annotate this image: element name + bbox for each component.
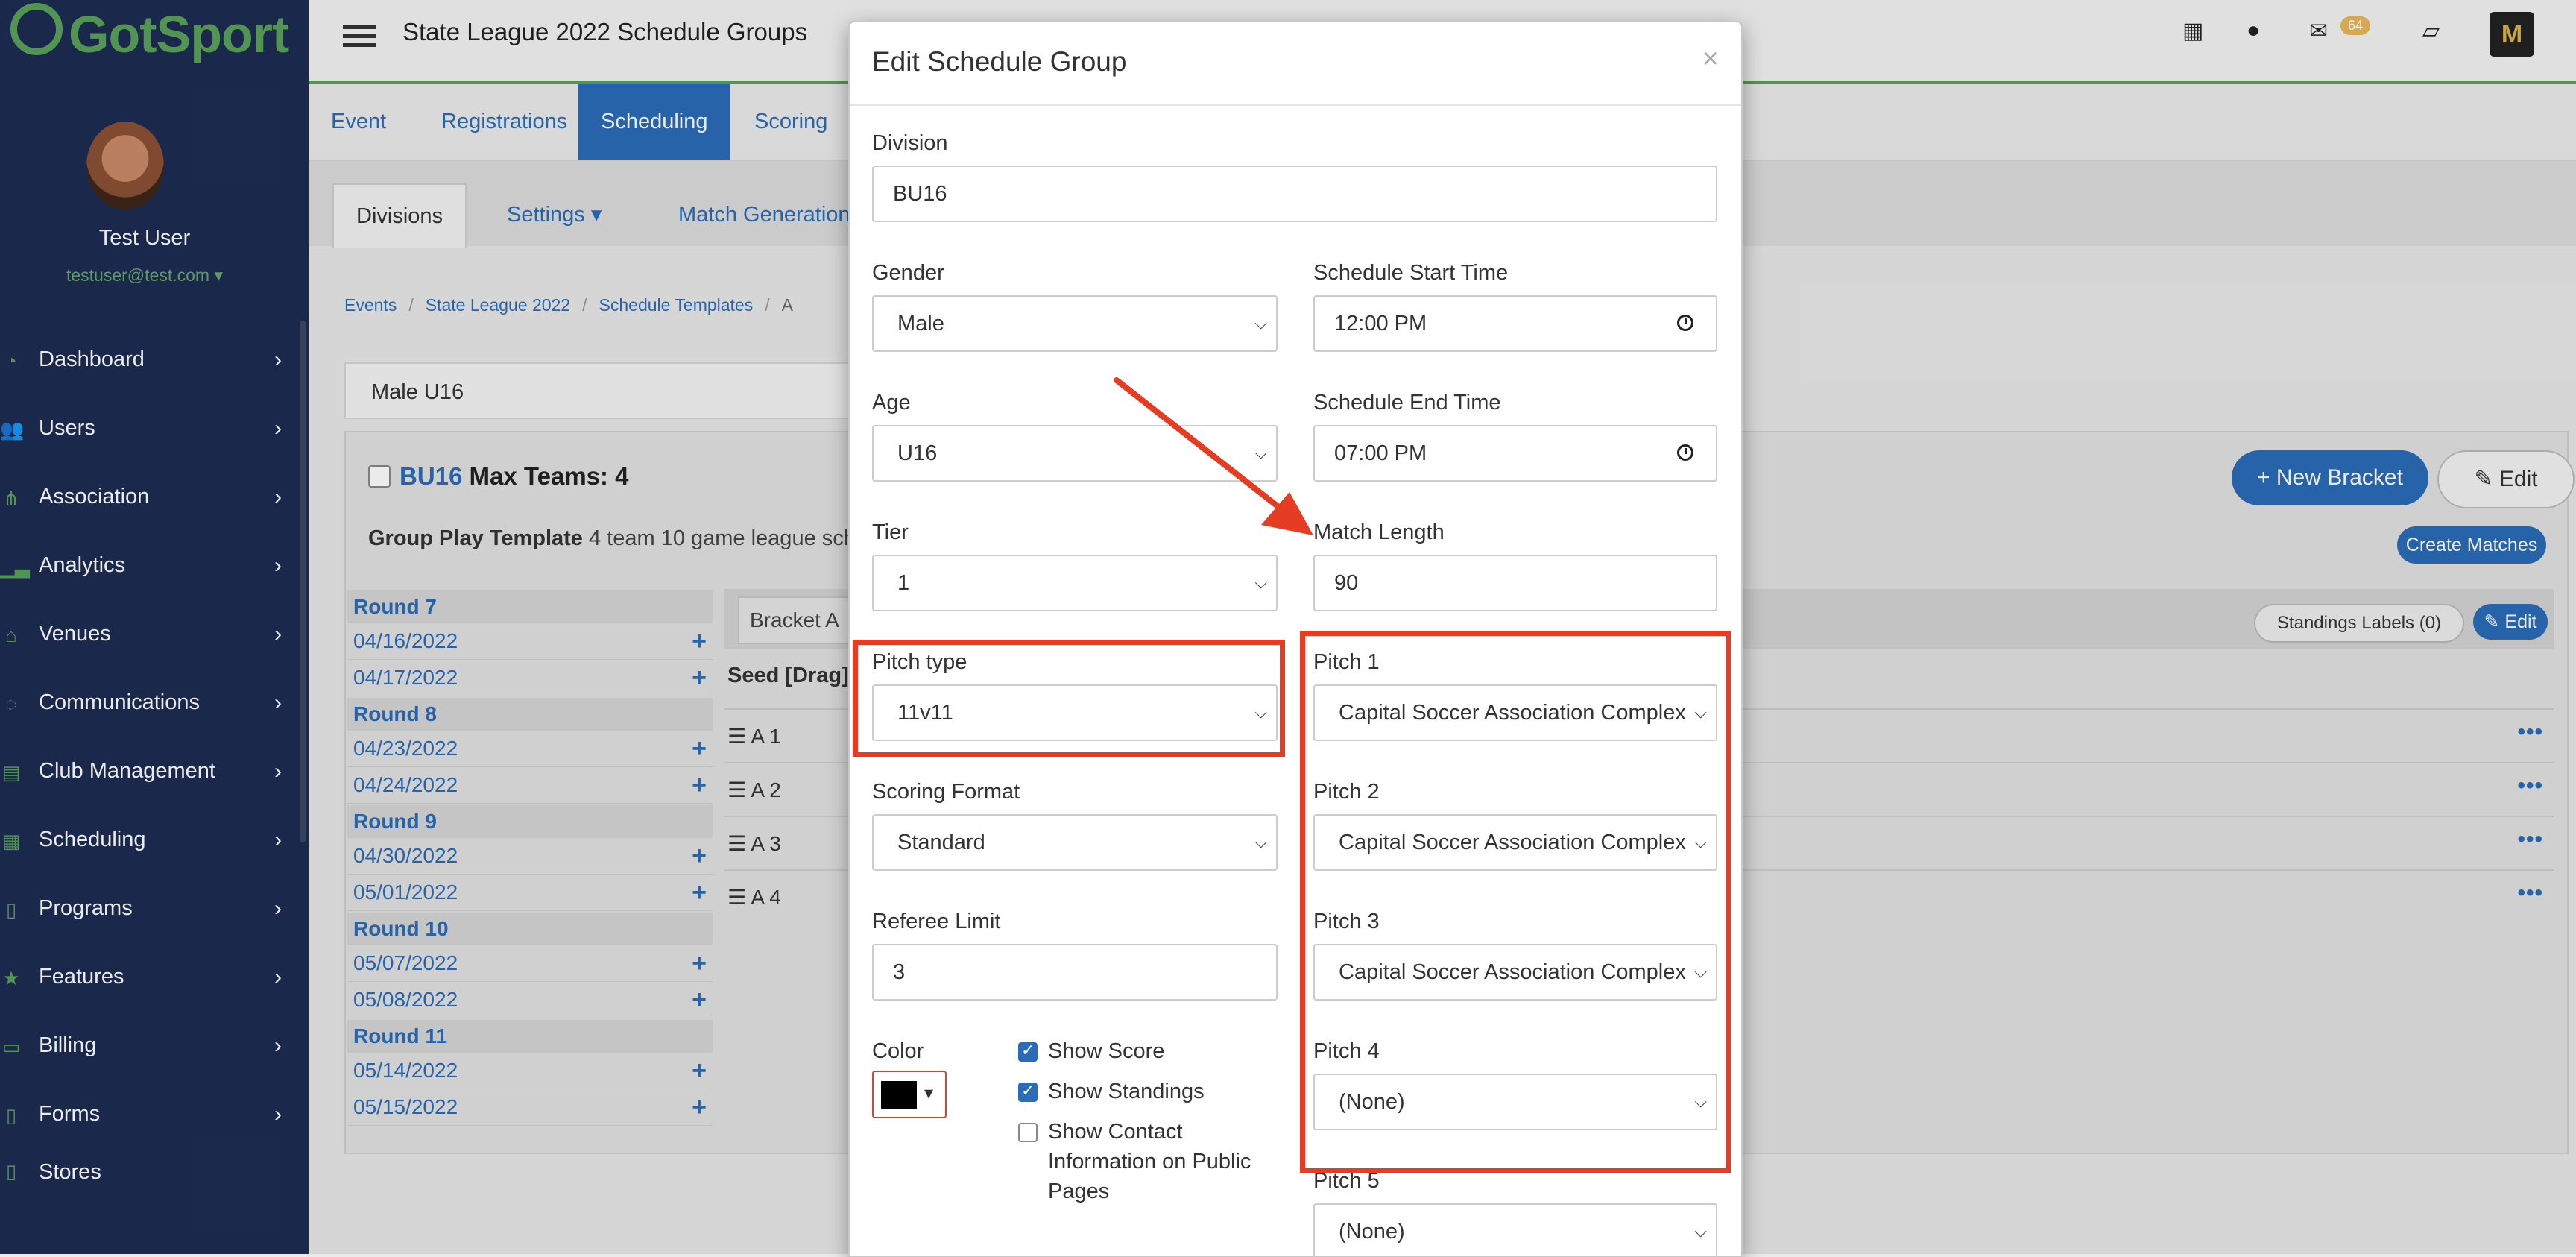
clock-icon[interactable] <box>1677 315 1693 331</box>
show-contact-checkbox[interactable] <box>1018 1123 1038 1142</box>
pitches-highlight <box>1300 631 1731 1173</box>
tier-label: Tier <box>872 520 909 544</box>
chevron-down-icon: ⌵ <box>1250 816 1267 869</box>
color-picker[interactable]: ▾ <box>872 1071 947 1118</box>
color-label: Color <box>872 1039 924 1063</box>
clock-icon[interactable] <box>1677 444 1693 461</box>
arrow-shaft <box>1114 377 1284 511</box>
pitch-5-select[interactable]: (None) ⌵ <box>1313 1203 1717 1256</box>
scoring-format-label: Scoring Format <box>872 780 1020 804</box>
chevron-down-icon: ⌵ <box>1690 1205 1707 1256</box>
show-standings-label[interactable]: Show Standings <box>1048 1077 1205 1106</box>
match-length-field[interactable]: 90 <box>1313 555 1717 611</box>
chevron-down-icon: ⌵ <box>1250 556 1267 610</box>
referee-limit-field[interactable]: 3 <box>872 944 1278 1001</box>
pitch-type-highlight <box>853 640 1285 757</box>
caret-down-icon: ▾ <box>924 1083 934 1103</box>
close-icon[interactable]: × <box>1702 43 1719 75</box>
show-score-label[interactable]: Show Score <box>1048 1036 1164 1066</box>
color-swatch <box>881 1081 917 1109</box>
modal-title: Edit Schedule Group <box>872 46 1127 77</box>
modal-divider <box>850 104 1741 106</box>
referee-limit-label: Referee Limit <box>872 910 1001 933</box>
division-label: Division <box>872 131 948 155</box>
age-label: Age <box>872 391 911 415</box>
schedule-end-time-label: Schedule End Time <box>1313 391 1501 415</box>
show-standings-checkbox[interactable] <box>1018 1081 1038 1102</box>
chevron-down-icon: ⌵ <box>1250 297 1267 350</box>
schedule-start-time-field[interactable]: 12:00 PM <box>1313 295 1717 352</box>
scoring-format-select[interactable]: Standard ⌵ <box>872 814 1278 871</box>
tier-select[interactable]: 1 ⌵ <box>872 555 1278 611</box>
show-score-checkbox[interactable] <box>1018 1041 1038 1062</box>
schedule-end-time-field[interactable]: 07:00 PM <box>1313 425 1717 482</box>
annotation-arrow <box>1114 377 1313 535</box>
schedule-start-time-label: Schedule Start Time <box>1313 261 1509 285</box>
show-contact-label[interactable]: Show Contact Information on Public Pages <box>1048 1117 1272 1206</box>
gender-select[interactable]: Male ⌵ <box>872 295 1278 352</box>
division-field[interactable]: BU16 <box>872 166 1717 222</box>
gender-label: Gender <box>872 261 944 285</box>
match-length-label: Match Length <box>1313 520 1445 544</box>
